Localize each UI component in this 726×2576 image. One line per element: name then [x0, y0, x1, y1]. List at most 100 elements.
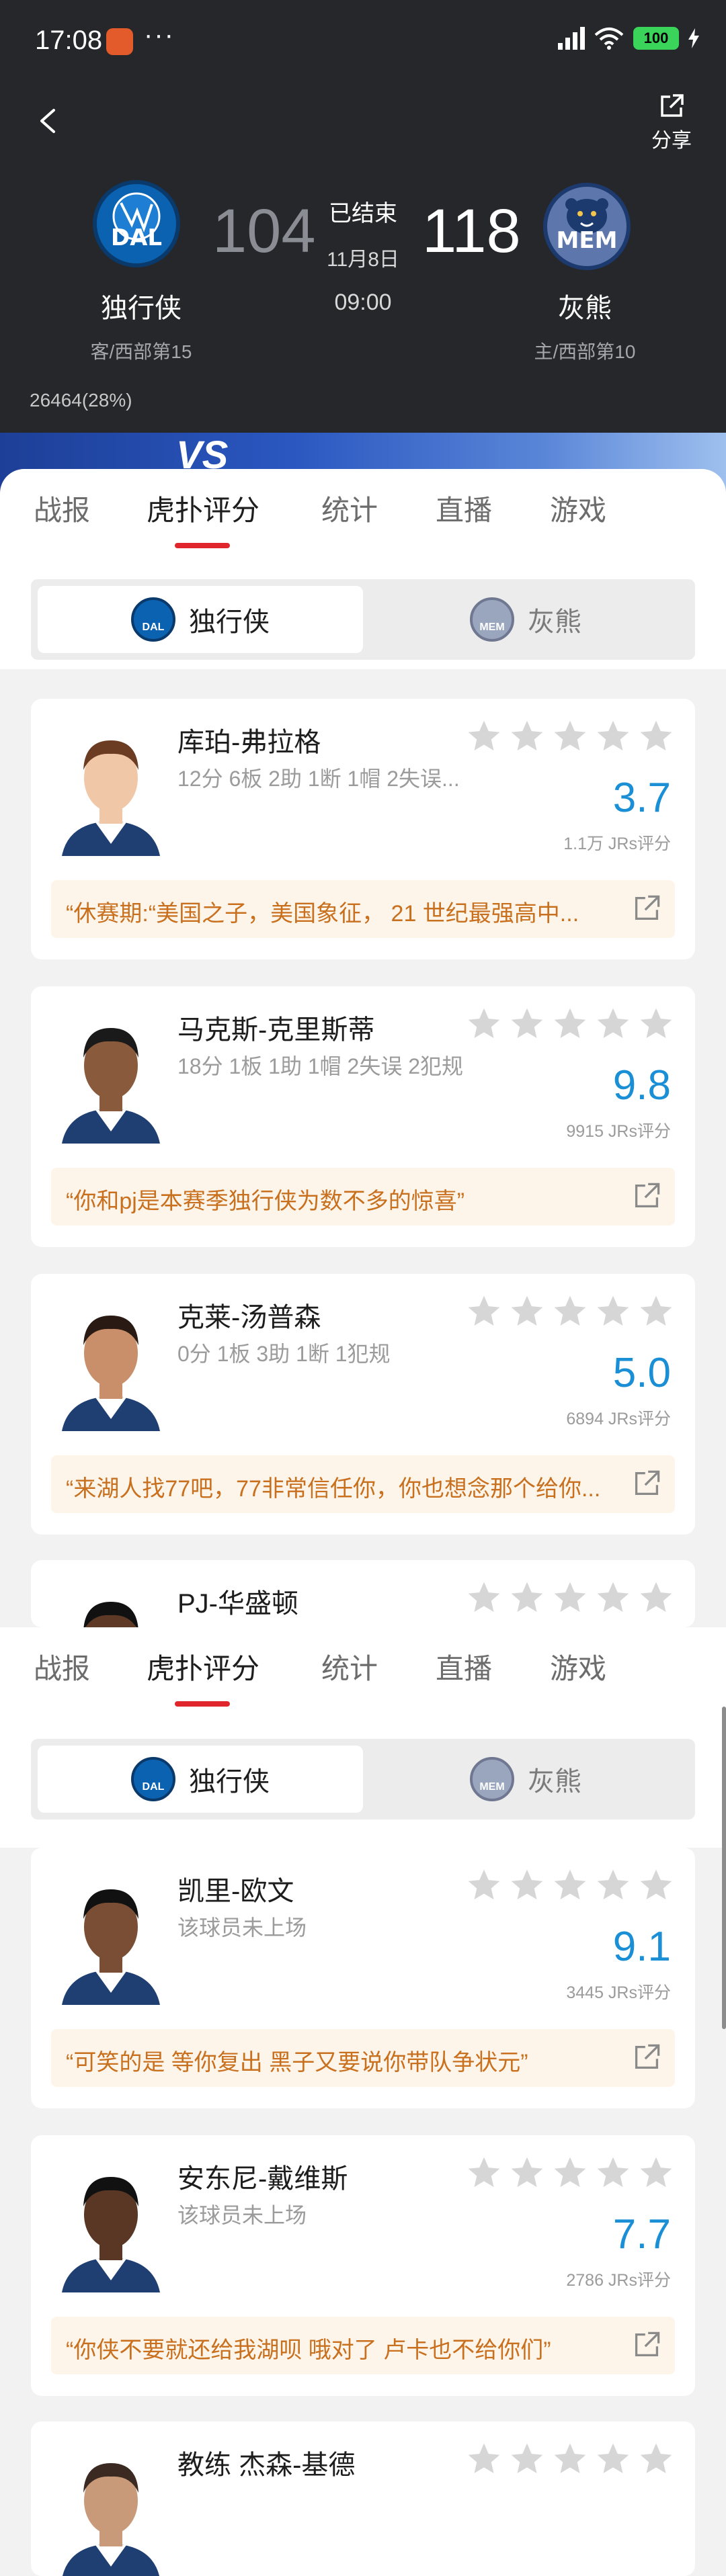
player-name[interactable]: 凯里-欧文 — [177, 1869, 294, 1908]
star-icon[interactable] — [594, 718, 632, 755]
star-icon[interactable] — [594, 1579, 632, 1617]
tab-stats[interactable]: 统计 — [321, 488, 378, 529]
player-rating: 3.7 — [612, 775, 671, 821]
star-icon[interactable] — [508, 1579, 546, 1617]
away-team-logo[interactable]: DAL — [93, 180, 180, 267]
star-icon[interactable] — [594, 2154, 632, 2192]
star-icon[interactable] — [637, 1005, 675, 1043]
player-card[interactable]: 马克斯-克里斯蒂 18分 1板 1助 1帽 2失误 2犯规 9.8 9915 JRs评… — [31, 986, 695, 1247]
player-stat-line: 0分 1板 3助 1断 1犯规 — [177, 1342, 391, 1366]
top-comment[interactable]: “你和pj是本赛季独行侠为数不多的惊喜” — [51, 1168, 675, 1226]
player-card[interactable]: 克莱-汤普森 0分 1板 3助 1断 1犯规 5.0 6894 JRs评分 “来湖人找7… — [31, 1274, 695, 1535]
star-icon[interactable] — [594, 2440, 632, 2478]
open-comment-icon[interactable] — [632, 1469, 661, 1498]
player-name[interactable]: 马克斯-克里斯蒂 — [177, 1008, 374, 1047]
star-icon[interactable] — [551, 718, 589, 755]
player-card[interactable]: 库珀-弗拉格 12分 6板 2助 1断 1帽 2失误... 3.7 1.1万 JRs评… — [31, 699, 695, 959]
tab-ratings[interactable]: 虎扑评分 — [147, 488, 259, 529]
star-icon[interactable] — [637, 1293, 675, 1330]
rating-stars[interactable] — [465, 2154, 675, 2192]
star-icon[interactable] — [637, 1866, 675, 1904]
open-comment-icon[interactable] — [632, 1181, 661, 1211]
star-icon[interactable] — [465, 1293, 503, 1330]
home-team-rank: 主/西部第10 — [534, 341, 636, 362]
tab-report[interactable]: 战报 — [34, 488, 90, 529]
player-avatar[interactable] — [55, 1297, 167, 1431]
top-comment[interactable]: “休赛期:“美国之子，美国象征， 21 世纪最强高中... — [51, 880, 675, 938]
star-icon[interactable] — [465, 1579, 503, 1617]
rating-stars[interactable] — [465, 1866, 675, 1904]
player-avatar[interactable] — [55, 1871, 167, 2005]
rating-stars[interactable] — [465, 1005, 675, 1043]
tab-games[interactable]: 游戏 — [550, 488, 606, 529]
rating-stars[interactable] — [465, 1579, 675, 1617]
star-icon[interactable] — [551, 1293, 589, 1330]
player-name[interactable]: 教练 杰森-基德 — [177, 2443, 355, 2482]
star-icon[interactable] — [465, 1866, 503, 1904]
star-icon[interactable] — [637, 718, 675, 755]
back-arrow-icon[interactable] — [35, 108, 62, 134]
away-team-name[interactable]: 独行侠 — [54, 286, 229, 325]
player-name[interactable]: 库珀-弗拉格 — [177, 720, 321, 759]
star-icon[interactable] — [551, 2440, 589, 2478]
top-comment[interactable]: “你侠不要就还给我湖呗 哦对了 卢卡也不给你们” — [51, 2317, 675, 2374]
open-comment-icon[interactable] — [632, 2330, 661, 2360]
star-icon[interactable] — [594, 1293, 632, 1330]
star-icon[interactable] — [637, 2154, 675, 2192]
team-switch-away[interactable]: DAL 独行侠 — [38, 1746, 363, 1813]
open-comment-icon[interactable] — [632, 894, 661, 923]
player-avatar[interactable] — [55, 2158, 167, 2292]
rating-stars[interactable] — [465, 1293, 675, 1330]
star-icon[interactable] — [465, 1005, 503, 1043]
wifi-icon — [594, 28, 624, 50]
player-name[interactable]: 克莱-汤普森 — [177, 1295, 321, 1334]
rating-stars[interactable] — [465, 2440, 675, 2478]
tab-report[interactable]: 战报 — [34, 1646, 90, 1687]
star-icon[interactable] — [637, 1579, 675, 1617]
player-card[interactable]: PJ-华盛顿14分 6板 1助 1帽 2失误 — [31, 1560, 695, 1717]
top-comment[interactable]: “可笑的是 等你复出 黑子又要说你带队争状元” — [51, 2029, 675, 2087]
home-team-logo[interactable]: MEM — [543, 183, 631, 270]
player-name[interactable]: PJ-华盛顿 — [177, 1582, 298, 1621]
star-icon[interactable] — [465, 2154, 503, 2192]
player-avatar[interactable] — [55, 1009, 167, 1144]
open-comment-icon[interactable] — [632, 2043, 661, 2072]
player-card[interactable]: 教练 杰森-基德 — [31, 2421, 695, 2576]
star-icon[interactable] — [551, 1866, 589, 1904]
player-avatar[interactable] — [55, 722, 167, 856]
tab-stats[interactable]: 统计 — [321, 1646, 378, 1687]
rating-stars[interactable] — [465, 718, 675, 755]
team-switch-home[interactable]: MEM 灰熊 — [363, 1746, 688, 1813]
star-icon[interactable] — [637, 2440, 675, 2478]
star-icon[interactable] — [508, 1005, 546, 1043]
star-icon[interactable] — [551, 1005, 589, 1043]
tab-games[interactable]: 游戏 — [550, 1646, 606, 1687]
team-switch-home[interactable]: MEM 灰熊 — [363, 586, 688, 653]
top-comment[interactable]: “来湖人找77吧，77非常信任你，你也想念那个给你... — [51, 1455, 675, 1513]
star-icon[interactable] — [594, 1005, 632, 1043]
player-name[interactable]: 安东尼-戴维斯 — [177, 2157, 348, 2196]
team-switch-away[interactable]: DAL 独行侠 — [38, 586, 363, 653]
star-icon[interactable] — [465, 718, 503, 755]
star-icon[interactable] — [508, 2154, 546, 2192]
star-icon[interactable] — [508, 1293, 546, 1330]
player-avatar[interactable] — [55, 2444, 167, 2576]
star-icon[interactable] — [465, 2440, 503, 2478]
tab-ratings[interactable]: 虎扑评分 — [147, 1646, 259, 1687]
star-icon[interactable] — [594, 1866, 632, 1904]
rating-count: 1.1万 JRs评分 — [563, 834, 671, 853]
tab-live[interactable]: 直播 — [436, 488, 492, 529]
star-icon[interactable] — [551, 2154, 589, 2192]
mem-logo-icon: MEM — [470, 597, 514, 642]
star-icon[interactable] — [508, 2440, 546, 2478]
star-icon[interactable] — [551, 1579, 589, 1617]
clock: 17:08 — [35, 26, 103, 55]
scrollbar[interactable] — [722, 1707, 726, 2029]
star-icon[interactable] — [508, 1866, 546, 1904]
share-button[interactable]: 分享 — [641, 93, 702, 153]
tab-live[interactable]: 直播 — [436, 1646, 492, 1687]
home-team-name[interactable]: 灰熊 — [497, 286, 672, 325]
player-card[interactable]: 凯里-欧文 该球员未上场 9.1 3445 JRs评分 “可笑的是 等你复出 黑子又要说… — [31, 1848, 695, 2108]
player-card[interactable]: 安东尼-戴维斯 该球员未上场 7.7 2786 JRs评分 “你侠不要就还给我湖呗 哦对… — [31, 2135, 695, 2396]
star-icon[interactable] — [508, 718, 546, 755]
